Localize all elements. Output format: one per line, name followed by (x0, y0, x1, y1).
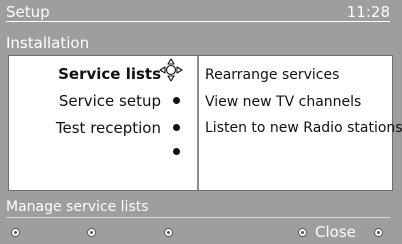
options-list: Rearrange services View new TV channels … (199, 56, 402, 190)
bullet-icon (173, 124, 180, 131)
color-key-red-icon[interactable] (11, 228, 20, 237)
bullet-icon (173, 97, 180, 104)
help-divider (6, 217, 390, 218)
navigation-cursor-icon (159, 58, 183, 82)
color-key-yellow-icon[interactable] (164, 228, 173, 237)
color-key-blue-icon[interactable] (298, 228, 307, 237)
screen-title: Setup (6, 3, 50, 21)
tv-setup-screen: Setup 11:28 Installation Service lists S… (0, 0, 402, 244)
menu-list: Service lists Service setup Test recepti… (9, 56, 197, 190)
option-rearrange-services[interactable]: Rearrange services (205, 67, 339, 83)
section-subtitle: Installation (6, 34, 90, 52)
color-key-green-icon[interactable] (87, 228, 96, 237)
title-bar: Setup 11:28 (0, 0, 402, 32)
menu-panel: Service lists Service setup Test recepti… (8, 55, 402, 191)
option-listen-new-radio-stations[interactable]: Listen to new Radio stations (205, 120, 402, 136)
help-text: Manage service lists (6, 199, 149, 215)
option-view-new-tv-channels[interactable]: View new TV channels (205, 94, 361, 110)
title-divider (6, 21, 390, 22)
bullet-icon (173, 148, 180, 155)
close-button[interactable]: Close (315, 223, 356, 241)
menu-item-test-reception[interactable]: Test reception (56, 119, 161, 137)
menu-item-service-lists[interactable]: Service lists (58, 65, 161, 83)
color-key-extra-icon[interactable] (374, 228, 383, 237)
menu-item-service-setup[interactable]: Service setup (59, 92, 161, 110)
clock-time: 11:28 (346, 3, 390, 21)
